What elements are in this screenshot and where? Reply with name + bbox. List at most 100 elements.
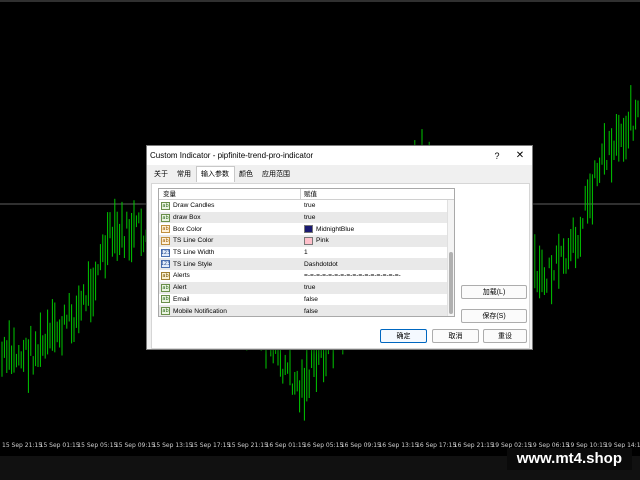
parameter-name-cell: 123 TS Line Style [159,258,301,270]
table-row[interactable]: ab draw Box true [159,211,454,224]
grid-scrollbar[interactable] [447,200,454,316]
tab-colors[interactable]: 颜色 [235,167,258,182]
parameter-value: true [304,214,316,222]
parameter-value-cell[interactable]: false [301,305,454,316]
parameter-value: true [304,284,316,292]
table-row[interactable]: ab Alerts =-=-=-=-=-=-=-=-=-=-=-=-=-=-=-=- [159,270,454,282]
parameter-value-cell[interactable]: Pink [301,235,454,247]
parameter-value: =-=-=-=-=-=-=-=-=-=-=-=-=-=-=-=- [304,272,401,280]
close-icon[interactable]: ✕ [512,150,528,161]
table-row[interactable]: ab Draw Candles true [159,200,454,212]
parameter-name: TS Line Width [173,249,215,257]
column-value[interactable]: 赋值 [301,189,454,199]
number-icon: 123 [160,248,171,257]
color-icon: ab [161,236,170,245]
time-tick-label: 15 Sep 05:15 [77,442,118,449]
parameter-value: Pink [316,237,329,245]
help-icon[interactable]: ? [488,151,506,161]
bool-icon: ab [161,295,170,304]
inputs-panel: 变量 赋值 ab Draw Candles true ab draw Box true ab… [151,183,530,349]
parameter-value-cell[interactable]: =-=-=-=-=-=-=-=-=-=-=-=-=-=-=-=- [301,270,454,282]
time-tick-label: 16 Sep 05:15 [303,442,344,449]
dialog-title: Custom Indicator - pipfinite-trend-pro-i… [150,151,314,160]
parameter-name-cell: ab TS Line Color [159,235,301,247]
parameter-name-cell: ab Draw Candles [159,200,301,212]
time-tick-label: 16 Sep 17:15 [416,442,457,449]
grid-rows: ab Draw Candles true ab draw Box true ab Box Co… [159,200,454,316]
time-tick-label: 16 Sep 09:15 [340,442,381,449]
parameter-value-cell[interactable]: true [301,200,454,212]
time-tick-label: 15 Sep 21:15 [227,442,268,449]
parameter-name: TS Line Color [173,237,214,245]
tab-visualization[interactable]: 应用范围 [258,167,295,182]
parameter-value-cell[interactable]: Dashdotdot [301,258,454,270]
tab-bar: 关于 常用 输入参数 颜色 应用范围 [147,165,532,182]
parameter-value: MidnightBlue [316,225,355,233]
parameter-name: Alert [173,284,187,292]
parameter-name: Mobile Notification [173,307,227,315]
parameter-name-cell: ab Mobile Notification [159,305,301,316]
time-tick-label: 15 Sep 01:15 [39,442,80,449]
parameter-name: TS Line Style [173,260,213,268]
table-row[interactable]: ab Box Color MidnightBlue [159,223,454,235]
reset-button[interactable]: 重设 [483,329,527,343]
time-tick-label: 16 Sep 21:15 [453,442,494,449]
parameter-name: Box Color [173,225,202,233]
table-row[interactable]: ab Mobile Notification false [159,305,454,316]
parameter-name: draw Box [173,214,201,222]
parameter-name-cell: ab Box Color [159,223,301,235]
parameter-value-cell[interactable]: true [301,282,454,294]
table-row[interactable]: ab Alert true [159,281,454,294]
parameter-name-cell: 123 TS Line Width [159,247,301,259]
table-row[interactable]: 123 TS Line Width 1 [159,247,454,259]
text-icon: ab [161,271,170,280]
ok-button[interactable]: 确定 [380,329,427,343]
watermark: www.mt4.shop [506,448,632,470]
parameter-value: Dashdotdot [304,260,338,268]
parameter-name-cell: ab draw Box [159,212,301,224]
parameter-name-cell: ab Alert [159,282,301,294]
time-tick-label: 16 Sep 01:15 [265,442,306,449]
bool-icon: ab [161,283,170,292]
parameter-name-cell: ab Alerts [159,270,301,282]
time-tick-label: 15 Sep 09:15 [114,442,155,449]
column-variable[interactable]: 变量 [159,189,301,199]
parameter-value: false [304,295,318,303]
parameter-value: false [304,307,318,315]
tab-common[interactable]: 常用 [173,167,196,182]
table-row[interactable]: 123 TS Line Style Dashdotdot [159,258,454,271]
cancel-button[interactable]: 取消 [432,329,479,343]
parameter-value-cell[interactable]: MidnightBlue [301,223,454,235]
parameter-name: Email [173,295,190,303]
parameter-value: true [304,202,316,210]
custom-indicator-dialog: Custom Indicator - pipfinite-trend-pro-i… [146,145,533,350]
parameter-value-cell[interactable]: false [301,294,454,306]
time-tick-label: 16 Sep 13:15 [378,442,419,449]
time-tick-label: 15 Sep 17:15 [190,442,231,449]
bool-icon: ab [161,307,170,316]
parameter-name: Alerts [173,272,190,280]
parameter-value: 1 [304,249,308,257]
grid-header: 变量 赋值 [159,189,454,200]
scrollbar-thumb[interactable] [449,252,453,314]
parameters-grid: 变量 赋值 ab Draw Candles true ab draw Box true ab… [158,188,455,317]
time-tick-label: 15 Sep 21:15 [2,442,43,449]
dialog-titlebar[interactable]: Custom Indicator - pipfinite-trend-pro-i… [147,146,532,165]
parameter-name-cell: ab Email [159,294,301,306]
parameter-value-cell[interactable]: 1 [301,247,454,259]
save-button[interactable]: 保存(S) [461,309,527,323]
parameter-name: Draw Candles [173,202,215,210]
load-button[interactable]: 加载(L) [461,285,527,299]
tab-about[interactable]: 关于 [150,167,173,182]
table-row[interactable]: ab TS Line Color Pink [159,235,454,247]
time-tick-label: 15 Sep 13:15 [152,442,193,449]
bool-icon: ab [161,201,170,210]
number-icon: 123 [160,260,171,269]
parameter-value-cell[interactable]: true [301,212,454,224]
table-row[interactable]: ab Email false [159,294,454,306]
bool-icon: ab [161,213,170,222]
color-icon: ab [161,225,170,234]
color-swatch [304,225,313,234]
tab-inputs[interactable]: 输入参数 [196,166,235,182]
color-swatch [304,236,313,245]
